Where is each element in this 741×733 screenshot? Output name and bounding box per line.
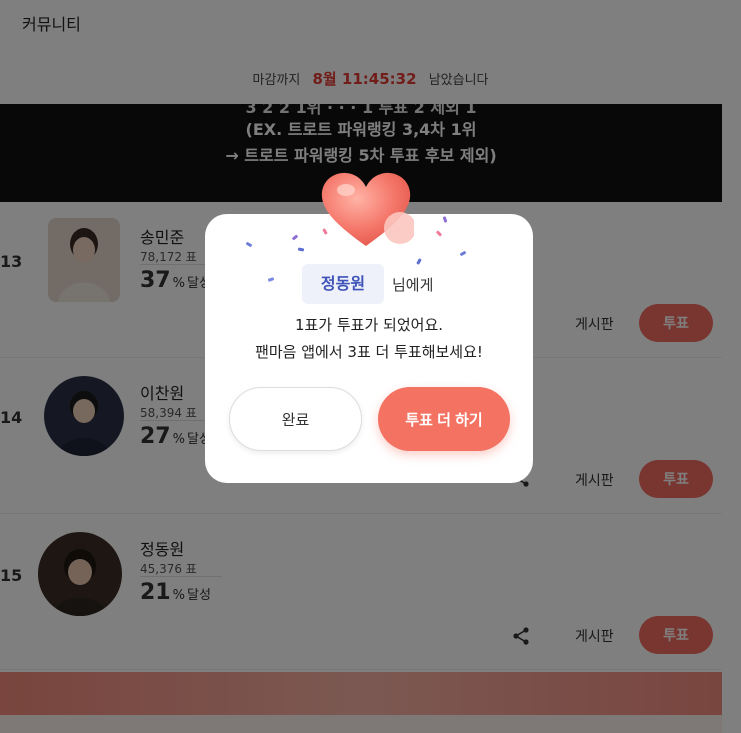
- vote-more-message: 팬마음 앱에서 3표 더 투표해보세요!: [255, 343, 483, 361]
- vote-result-message: 1표가 투표가 되었어요.: [294, 316, 444, 334]
- recipient-suffix: 님에게: [392, 276, 434, 294]
- heart-icon: [321, 172, 414, 246]
- recipient-name: 정동원: [302, 264, 384, 304]
- vote-page: 커뮤니티 마감까지 8월 11:45:32 남았습니다 3 2 2 1위 · ·…: [0, 0, 741, 733]
- vote-more-button[interactable]: 투표 더 하기: [378, 387, 510, 451]
- done-button[interactable]: 완료: [229, 387, 362, 451]
